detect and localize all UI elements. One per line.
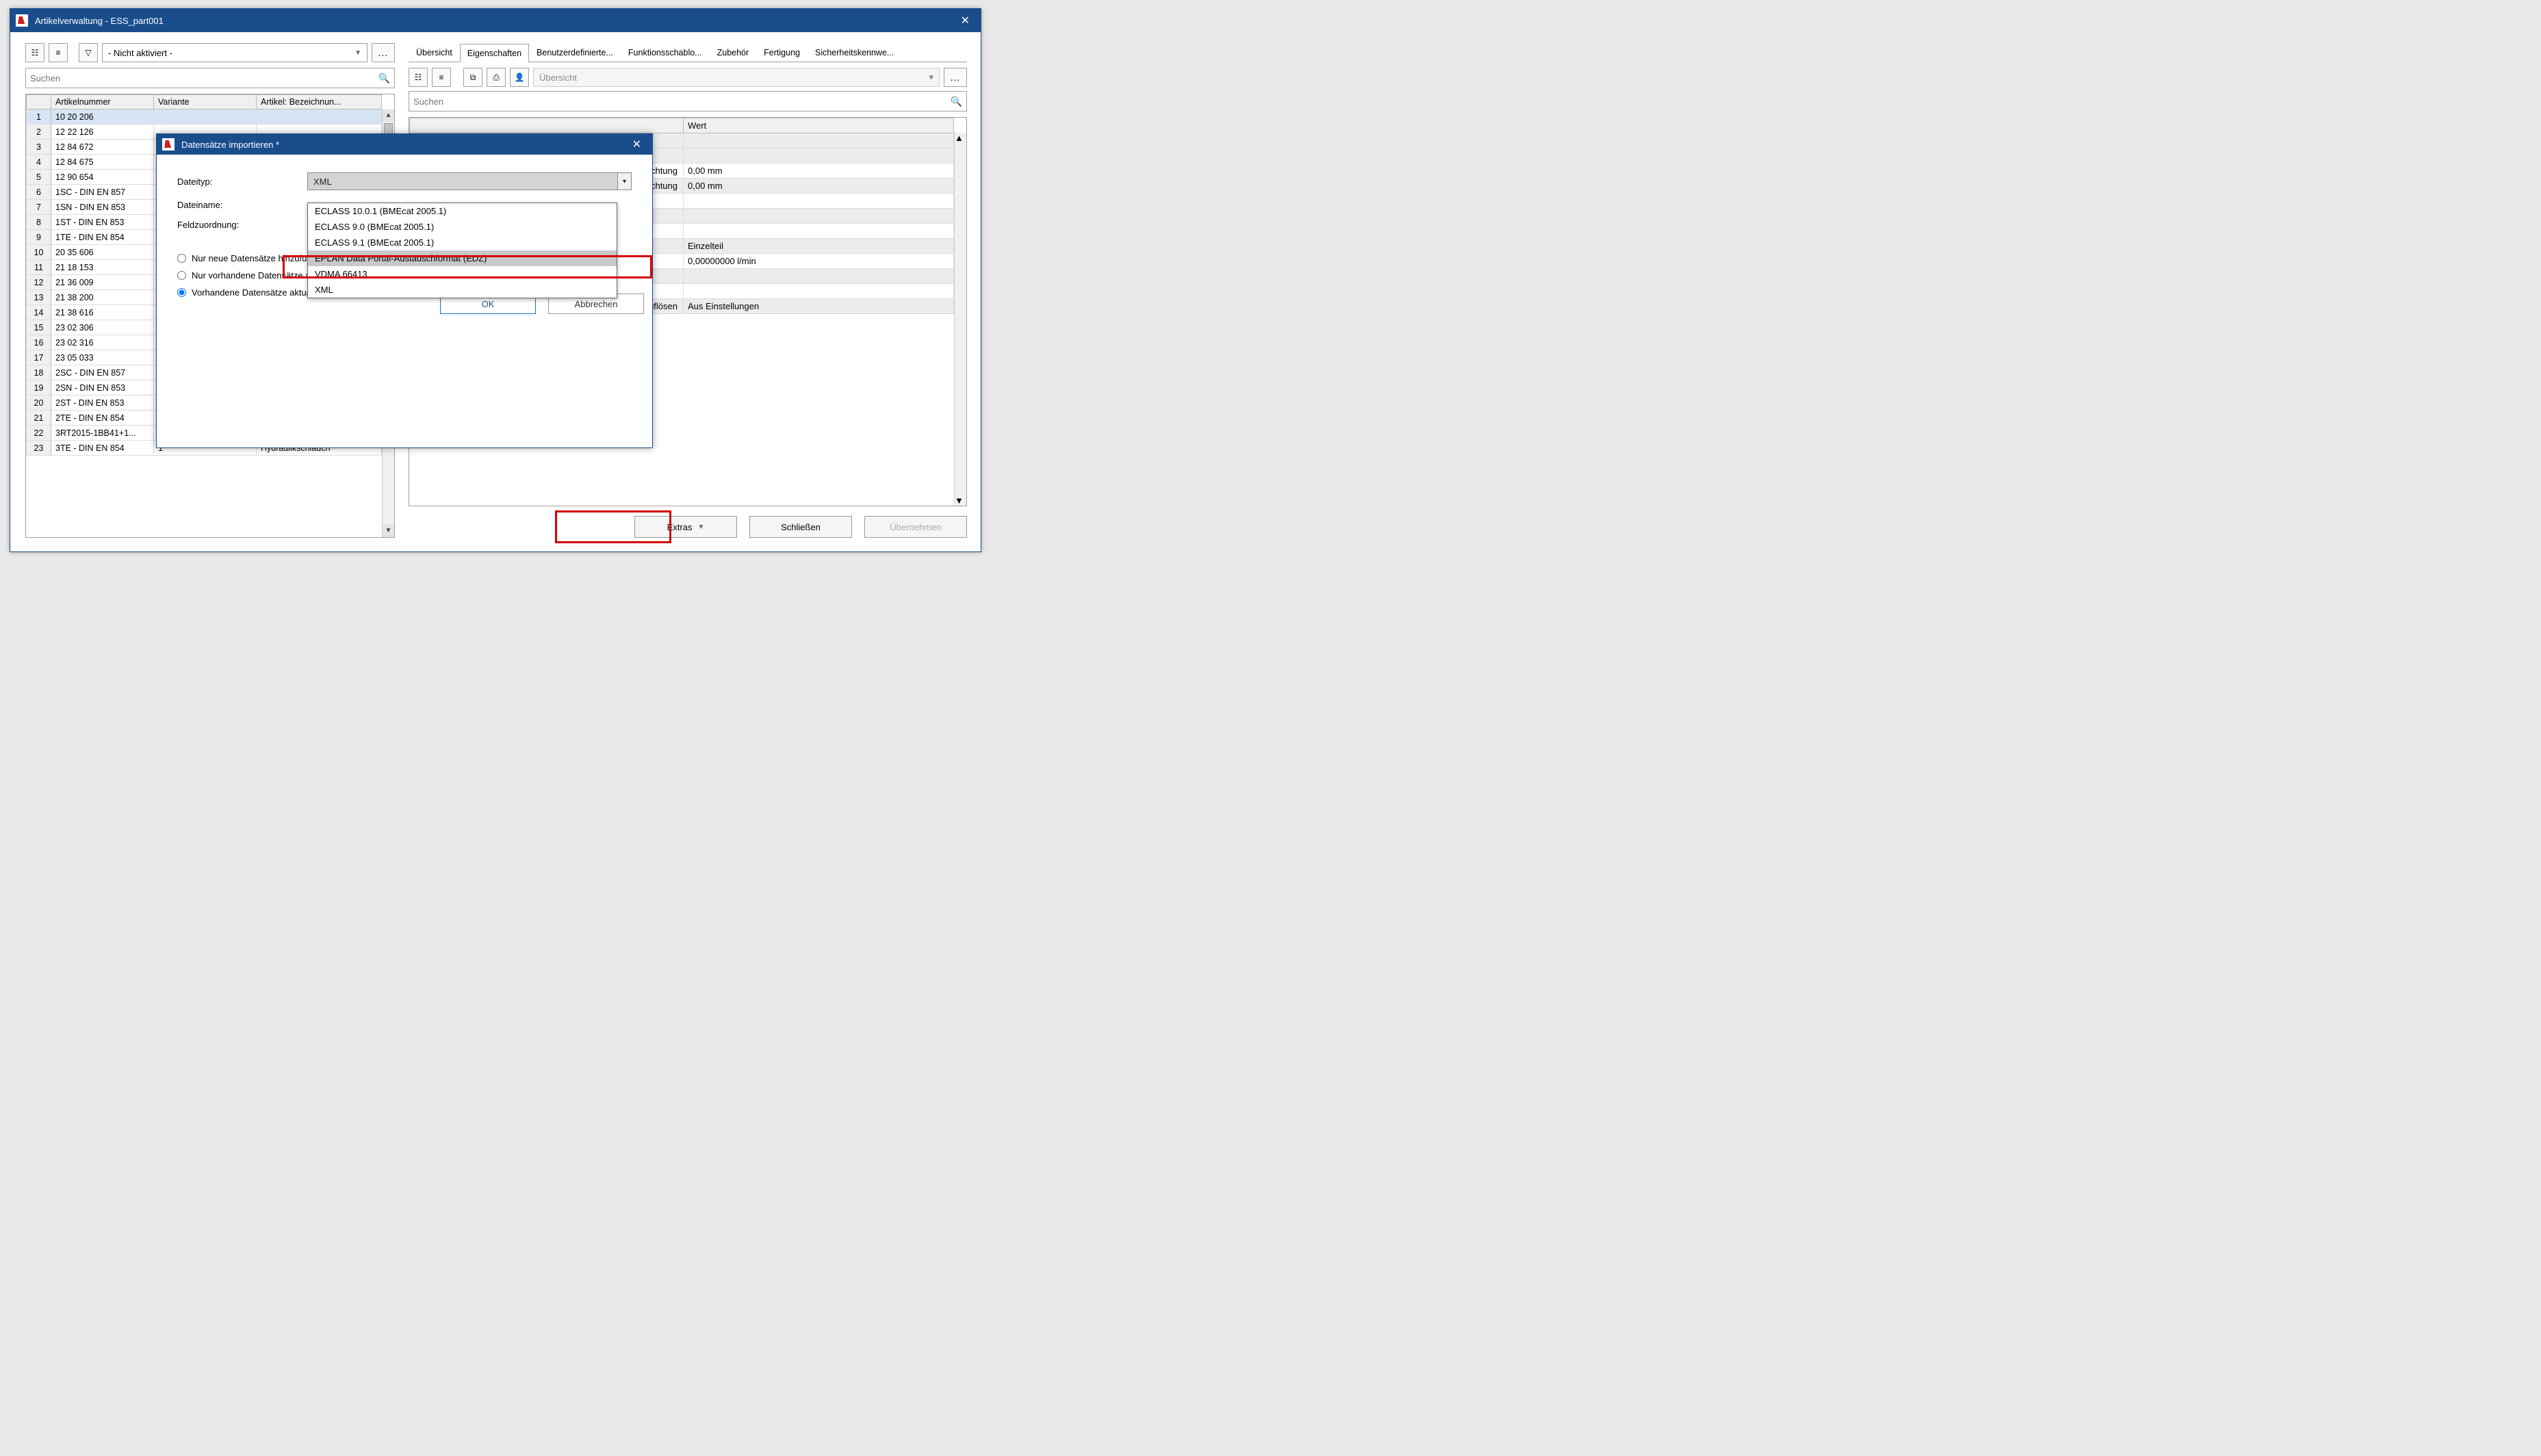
rp-overview-select[interactable]: Übersicht ▾ xyxy=(533,68,940,87)
prop-col-value[interactable]: Wert xyxy=(684,118,954,133)
filetype-label: Dateityp: xyxy=(177,177,307,187)
chevron-down-icon[interactable]: ▾ xyxy=(617,173,631,190)
rp-tree-button[interactable]: ☷ xyxy=(409,68,428,87)
dialog-titlebar: Datensätze importieren * ✕ xyxy=(157,134,652,155)
table-row[interactable]: 110 20 206 xyxy=(27,109,382,125)
scroll-down-icon[interactable]: ▼ xyxy=(955,495,966,506)
filename-label: Dateiname: xyxy=(177,200,307,210)
right-search[interactable]: 🔍 xyxy=(409,91,967,112)
radio-new-only-label: Nur neue Datensätze hinzufügen xyxy=(192,253,322,263)
mapping-label: Feldzuordnung: xyxy=(177,220,307,230)
filter-more-button[interactable]: ... xyxy=(372,43,395,62)
search-icon: 🔍 xyxy=(951,96,962,107)
radio-update-and-new-input[interactable] xyxy=(177,288,186,297)
rp-user-button[interactable]: 👤 xyxy=(510,68,529,87)
radio-new-only-input[interactable] xyxy=(177,254,186,263)
chevron-down-icon: ▼ xyxy=(697,523,704,531)
filter-select[interactable]: - Nicht aktiviert - ▼ xyxy=(102,43,367,62)
filetype-value: XML xyxy=(313,177,332,187)
dropdown-option[interactable]: XML xyxy=(308,282,617,298)
apply-button[interactable]: Übernehmen xyxy=(864,516,967,538)
filetype-dropdown-list[interactable]: ECLASS 10.0.1 (BMEcat 2005.1) ECLASS 9.0… xyxy=(307,203,617,298)
main-titlebar: Artikelverwaltung - ESS_part001 ✕ xyxy=(10,9,981,32)
tab-sicherheit[interactable]: Sicherheitskennwe... xyxy=(808,43,901,62)
col-rownum[interactable] xyxy=(27,95,51,109)
dropdown-option[interactable]: VDMA 66413 xyxy=(308,266,617,282)
col-artikelnummer[interactable]: Artikelnummer xyxy=(51,95,154,109)
list-view-button[interactable]: ≡ xyxy=(49,43,68,62)
scroll-up-icon[interactable]: ▲ xyxy=(383,109,394,122)
apply-label: Übernehmen xyxy=(890,522,941,532)
col-variante[interactable]: Variante xyxy=(154,95,257,109)
chevron-down-icon: ▾ xyxy=(929,72,933,83)
window-close-button[interactable]: ✕ xyxy=(955,14,975,27)
tab-eigenschaften[interactable]: Eigenschaften xyxy=(460,44,529,62)
rp-list-button[interactable]: ≡ xyxy=(432,68,451,87)
dropdown-option[interactable]: ECLASS 9.1 (BMEcat 2005.1) xyxy=(308,235,617,250)
tab-zubehoer[interactable]: Zubehör xyxy=(710,43,757,62)
rp-paste-button[interactable]: ⎙ xyxy=(487,68,506,87)
dialog-close-button[interactable]: ✕ xyxy=(627,138,647,151)
tab-fertigung[interactable]: Fertigung xyxy=(756,43,808,62)
col-bezeichnung[interactable]: Artikel: Bezeichnun... xyxy=(257,95,382,109)
dropdown-option[interactable]: ECLASS 9.0 (BMEcat 2005.1) xyxy=(308,219,617,235)
tab-bar: Übersicht Eigenschaften Benutzerdefinier… xyxy=(409,43,967,62)
window-title: Artikelverwaltung - ESS_part001 xyxy=(35,16,955,26)
rp-copy-button[interactable]: ⧉ xyxy=(463,68,482,87)
radio-update-only-input[interactable] xyxy=(177,271,186,280)
extras-label: Extras xyxy=(667,522,693,532)
prop-col-name[interactable] xyxy=(410,118,684,133)
close-button[interactable]: Schließen xyxy=(749,516,852,538)
extras-button[interactable]: Extras ▼ xyxy=(634,516,737,538)
filter-text: - Nicht aktiviert - xyxy=(108,48,172,58)
prop-scrollbar[interactable]: ▲ ▼ xyxy=(954,133,966,506)
app-icon xyxy=(162,138,175,151)
right-search-input[interactable] xyxy=(413,96,951,107)
close-label: Schließen xyxy=(781,522,821,532)
app-icon xyxy=(16,14,28,27)
left-search[interactable]: 🔍 xyxy=(25,68,395,88)
scroll-up-icon[interactable]: ▲ xyxy=(955,133,966,143)
filetype-combo[interactable]: XML ▾ xyxy=(307,172,632,190)
left-search-input[interactable] xyxy=(30,73,378,83)
rp-more-button[interactable]: ... xyxy=(944,68,967,87)
chevron-down-icon: ▼ xyxy=(354,49,361,57)
search-icon: 🔍 xyxy=(378,73,390,84)
dropdown-option[interactable]: ECLASS 10.0.1 (BMEcat 2005.1) xyxy=(308,203,617,219)
dialog-title: Datensätze importieren * xyxy=(181,140,627,150)
scroll-down-icon[interactable]: ▼ xyxy=(383,525,394,537)
rp-overview-label: Übersicht xyxy=(539,73,577,83)
tab-funktionsschablone[interactable]: Funktionsschablo... xyxy=(621,43,710,62)
filter-icon-button[interactable]: ▽ xyxy=(79,43,98,62)
tab-benutzerdefiniert[interactable]: Benutzerdefinierte... xyxy=(529,43,621,62)
dropdown-option-selected[interactable]: EPLAN Data Portal-Austauschformat (EDZ) xyxy=(308,250,617,266)
tab-uebersicht[interactable]: Übersicht xyxy=(409,43,460,62)
tree-view-button[interactable]: ☷ xyxy=(25,43,44,62)
